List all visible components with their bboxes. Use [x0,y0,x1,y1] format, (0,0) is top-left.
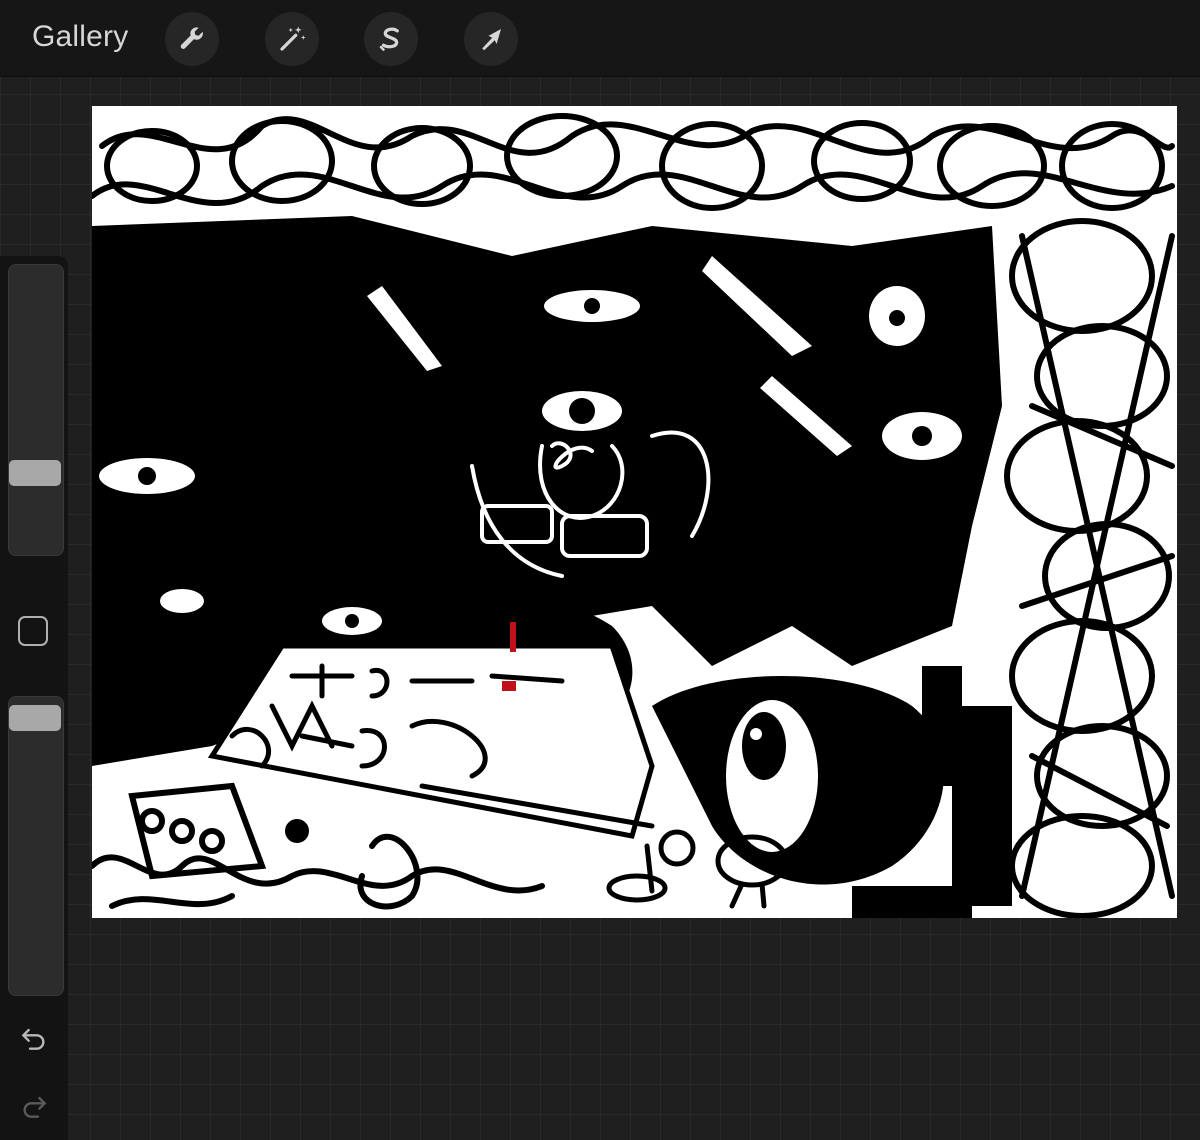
selection-s-icon [379,27,399,51]
undo-icon[interactable] [18,1022,50,1054]
actions-button[interactable] [165,12,219,66]
arrow-cursor-icon [482,29,501,51]
wrench-icon [180,27,203,49]
brush-size-thumb[interactable] [9,460,61,486]
transform-button[interactable] [464,12,518,66]
gallery-button[interactable]: Gallery [32,20,128,54]
left-sidebar [0,256,68,1140]
selection-button[interactable] [364,12,418,66]
artwork-canvas[interactable] [92,106,1177,918]
top-toolbar: Gallery [0,0,1200,77]
redo-icon[interactable] [18,1090,50,1122]
procreate-workspace: Gallery [0,0,1200,1140]
artwork [92,106,1177,918]
brush-size-slider[interactable] [8,264,64,556]
adjustments-button[interactable] [265,12,319,66]
opacity-slider[interactable] [8,696,64,996]
magic-wand-icon [280,26,306,51]
modify-button[interactable] [18,616,48,646]
opacity-thumb[interactable] [9,705,61,731]
